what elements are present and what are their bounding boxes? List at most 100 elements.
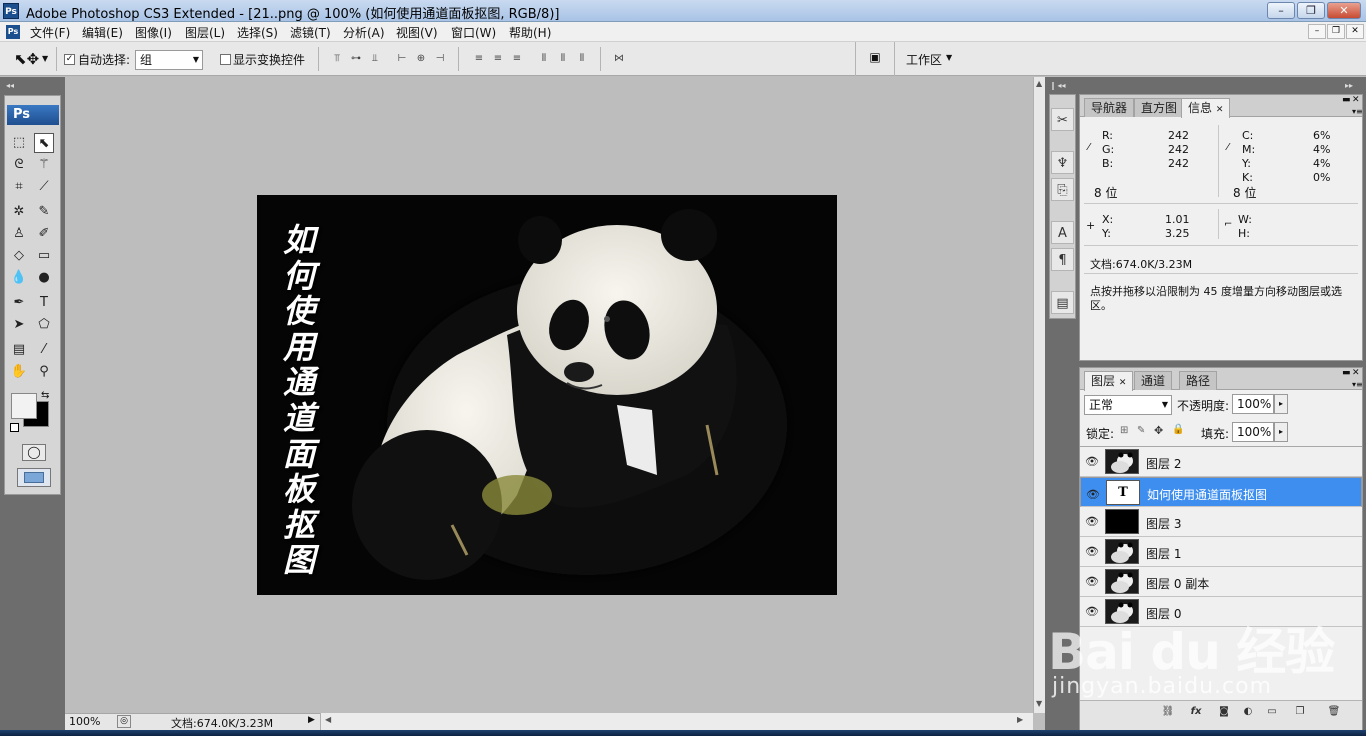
horizontal-scrollbar[interactable]: ◀ ▶ — [320, 713, 1033, 730]
eyedropper-tool-icon[interactable]: ⁄ — [34, 340, 54, 360]
visibility-eye-icon[interactable]: 👁 — [1085, 515, 1099, 528]
collapse-arrows-icon[interactable]: ◂◂ — [6, 81, 14, 90]
brush-tool-icon[interactable]: ✎ — [34, 202, 54, 222]
tab-layers[interactable]: 图层 ✕ — [1084, 371, 1134, 391]
expand-arrows-icon[interactable]: ▸▸ — [1345, 81, 1353, 90]
character-panel-icon[interactable]: A — [1051, 221, 1074, 244]
close-icon[interactable]: ✕ — [1216, 105, 1224, 115]
layer-row[interactable]: 👁 图层 2 — [1080, 447, 1362, 477]
panel-menu-icon[interactable]: ▾≡ — [1352, 380, 1363, 389]
foreground-color-swatch[interactable] — [11, 393, 37, 419]
screen-mode-icon[interactable] — [17, 468, 51, 487]
menu-help[interactable]: 帮助(H) — [509, 24, 551, 41]
menu-view[interactable]: 视图(V) — [396, 24, 438, 41]
menu-layer[interactable]: 图层(L) — [185, 24, 225, 41]
align-right-icon[interactable]: ⊣ — [431, 50, 449, 68]
healing-brush-tool-icon[interactable]: ✲ — [9, 202, 29, 222]
menu-window[interactable]: 窗口(W) — [451, 24, 496, 41]
shape-tool-icon[interactable]: ⬠ — [34, 315, 54, 335]
panel-minimize-icon[interactable]: ▬ — [1342, 368, 1351, 378]
layer-row[interactable]: 👁 图层 3 — [1080, 507, 1362, 537]
vertical-scrollbar[interactable]: ▲ ▼ — [1033, 77, 1045, 713]
tool-presets-icon[interactable]: ✂ — [1051, 108, 1074, 131]
tab-navigator[interactable]: 导航器 — [1084, 98, 1135, 117]
crop-tool-icon[interactable]: ⌗ — [9, 177, 29, 197]
chevron-down-icon[interactable]: ▼ — [946, 53, 952, 62]
minimize-button[interactable]: – — [1267, 2, 1295, 19]
status-preview-icon[interactable]: ◎ — [117, 715, 131, 728]
dodge-tool-icon[interactable]: ● — [34, 268, 54, 288]
tab-info[interactable]: 信息 ✕ — [1181, 98, 1231, 118]
quick-mask-icon[interactable]: ◯ — [22, 444, 46, 461]
eraser-tool-icon[interactable]: ◇ — [9, 246, 29, 266]
document-menu-icon[interactable]: Ps — [6, 25, 20, 39]
distribute-hcenter-icon[interactable]: ⦀ — [554, 50, 572, 68]
lock-transparent-icon[interactable]: ⊞ — [1120, 425, 1128, 436]
align-top-icon[interactable]: ⫪ — [328, 50, 346, 68]
slice-tool-icon[interactable]: ⟋ — [34, 177, 54, 197]
visibility-eye-icon[interactable]: 👁 — [1086, 486, 1100, 504]
opacity-input[interactable]: 100% — [1232, 394, 1274, 414]
layer-comps-icon[interactable]: ▤ — [1051, 291, 1074, 314]
clone-stamp-tool-icon[interactable]: ♙ — [9, 224, 29, 244]
hand-tool-icon[interactable]: ✋ — [9, 362, 29, 382]
panel-close-icon[interactable]: ✕ — [1352, 368, 1360, 378]
layer-row[interactable]: 👁 T 如何使用通道面板抠图 — [1080, 477, 1362, 507]
preset-dropdown-icon[interactable]: ▼ — [42, 54, 48, 63]
workspace-menu[interactable]: 工作区 — [906, 51, 942, 68]
distribute-right-icon[interactable]: ⦀ — [573, 50, 591, 68]
brushes-icon[interactable]: ♆ — [1051, 151, 1074, 174]
align-hcenter-icon[interactable]: ⊕ — [412, 50, 430, 68]
lock-all-icon[interactable]: 🔒 — [1172, 424, 1184, 435]
fill-slider-icon[interactable]: ▸ — [1274, 422, 1288, 442]
move-tool-icon[interactable]: ⬉ — [34, 133, 54, 153]
visibility-eye-icon[interactable]: 👁 — [1085, 455, 1099, 468]
lock-position-icon[interactable]: ✥ — [1154, 424, 1163, 437]
layer-row[interactable]: 👁 图层 0 副本 — [1080, 567, 1362, 597]
align-vcenter-icon[interactable]: ⊶ — [347, 50, 365, 68]
opacity-slider-icon[interactable]: ▸ — [1274, 394, 1288, 414]
marquee-tool-icon[interactable]: ⬚ — [9, 133, 29, 153]
scroll-left-icon[interactable]: ◀ — [325, 715, 331, 724]
gradient-tool-icon[interactable]: ▭ — [34, 246, 54, 266]
notes-tool-icon[interactable]: ▤ — [9, 340, 29, 360]
history-brush-tool-icon[interactable]: ✐ — [34, 224, 54, 244]
distribute-top-icon[interactable]: ≡ — [470, 50, 488, 68]
scroll-down-icon[interactable]: ▼ — [1036, 699, 1042, 708]
align-left-icon[interactable]: ⊢ — [393, 50, 411, 68]
magic-wand-tool-icon[interactable]: ⚚ — [34, 155, 54, 175]
panel-close-icon[interactable]: ✕ — [1352, 95, 1360, 105]
auto-align-layers-icon[interactable]: ⋈ — [610, 50, 628, 68]
restore-button[interactable]: ❐ — [1297, 2, 1325, 19]
bridge-icon[interactable]: ▣ — [863, 50, 887, 68]
tab-histogram[interactable]: 直方图 — [1134, 98, 1185, 117]
menu-analysis[interactable]: 分析(A) — [343, 24, 385, 41]
layer-row[interactable]: 👁 图层 1 — [1080, 537, 1362, 567]
doc-restore-button[interactable]: ❐ — [1327, 24, 1345, 39]
doc-minimize-button[interactable]: – — [1308, 24, 1326, 39]
show-transform-checkbox[interactable] — [220, 54, 231, 65]
status-menu-arrow-icon[interactable]: ▶ — [308, 715, 315, 725]
swap-colors-icon[interactable]: ⇆ — [41, 390, 49, 401]
blur-tool-icon[interactable]: 💧 — [9, 268, 29, 288]
collapse-arrows-icon[interactable]: ‖ ◂◂ — [1051, 81, 1066, 90]
scroll-right-icon[interactable]: ▶ — [1017, 715, 1023, 724]
menu-select[interactable]: 选择(S) — [237, 24, 278, 41]
fill-input[interactable]: 100% — [1232, 422, 1274, 442]
close-icon[interactable]: ✕ — [1119, 378, 1127, 388]
lock-image-icon[interactable]: ✎ — [1137, 425, 1145, 436]
visibility-eye-icon[interactable]: 👁 — [1085, 575, 1099, 588]
align-bottom-icon[interactable]: ⫫ — [366, 50, 384, 68]
move-tool-preset-icon[interactable]: ⬉✥ — [14, 50, 39, 68]
auto-select-dropdown[interactable]: 组 ▼ — [135, 50, 203, 70]
path-selection-tool-icon[interactable]: ➤ — [9, 315, 29, 335]
scroll-up-icon[interactable]: ▲ — [1036, 79, 1042, 88]
close-button[interactable]: ✕ — [1327, 2, 1361, 19]
type-tool-icon[interactable]: T — [34, 293, 54, 313]
auto-select-checkbox[interactable]: ✓ — [64, 54, 75, 65]
doc-close-button[interactable]: ✕ — [1346, 24, 1364, 39]
distribute-vcenter-icon[interactable]: ≡ — [489, 50, 507, 68]
lasso-tool-icon[interactable]: ᘓ — [9, 155, 29, 175]
blend-mode-dropdown[interactable]: 正常 ▼ — [1084, 395, 1172, 415]
tab-paths[interactable]: 路径 — [1179, 371, 1218, 390]
